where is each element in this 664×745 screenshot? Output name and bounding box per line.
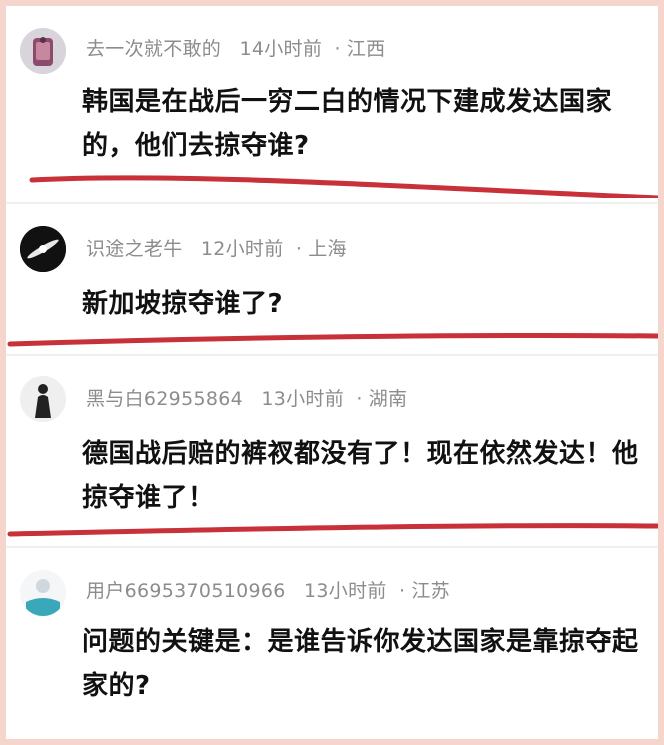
avatar-image — [20, 226, 66, 272]
avatar[interactable] — [20, 376, 66, 422]
comment-item: 用户6695370510966 13小时前 · 江苏 问题的关键是：是谁告诉你发达… — [6, 548, 658, 739]
comment-item: 识途之老牛 12小时前 · 上海 新加坡掠夺谁了? — [6, 204, 658, 372]
comment-location: 上海 — [308, 238, 347, 260]
comment-list: 去一次就不敢的 14小时前 · 江西 韩国是在战后一穷二白的情况下建成发达国家的，… — [6, 6, 658, 739]
avatar[interactable] — [20, 28, 66, 74]
comment-meta: 用户6695370510966 13小时前 · 江苏 — [86, 576, 450, 603]
avatar[interactable] — [20, 570, 66, 616]
comment-meta: 去一次就不敢的 14小时前 · 江西 — [86, 34, 385, 61]
username[interactable]: 识途之老牛 — [86, 238, 183, 260]
meta-separator: · — [399, 580, 406, 602]
comment-item: 黑与白62955864 13小时前 · 湖南 德国战后赔的裤衩都没有了！现在依然发… — [6, 356, 658, 546]
comment-text: 问题的关键是：是谁告诉你发达国家是靠掠夺起家的? — [82, 627, 639, 701]
username[interactable]: 去一次就不敢的 — [86, 38, 221, 60]
meta-separator: · — [334, 38, 341, 60]
username[interactable]: 用户6695370510966 — [86, 580, 286, 602]
red-underline — [7, 523, 658, 537]
comment-meta: 黑与白62955864 13小时前 · 湖南 — [86, 384, 407, 411]
comment-time: 12小时前 — [200, 238, 284, 260]
comment-time: 13小时前 — [304, 580, 387, 602]
red-underline — [29, 175, 658, 198]
comment-meta: 识途之老牛 12小时前 · 上海 — [86, 234, 347, 261]
avatar[interactable] — [20, 226, 66, 272]
comment-text: 韩国是在战后一穷二白的情况下建成发达国家的，他们去掠夺谁? — [82, 87, 613, 161]
comment-time: 13小时前 — [261, 388, 345, 410]
comment-text: 新加坡掠夺谁了? — [82, 289, 284, 319]
username[interactable]: 黑与白62955864 — [86, 388, 243, 410]
comment-location: 湖南 — [368, 388, 408, 410]
comment-location: 江苏 — [411, 580, 450, 602]
avatar-image — [20, 376, 66, 422]
avatar-image — [20, 570, 66, 616]
meta-separator: · — [356, 388, 363, 410]
comment-location: 江西 — [346, 38, 386, 60]
meta-separator: · — [295, 238, 303, 260]
avatar-image — [20, 28, 66, 74]
comment-time: 14小时前 — [239, 38, 323, 60]
comment-item: 去一次就不敢的 14小时前 · 江西 韩国是在战后一穷二白的情况下建成发达国家的，… — [6, 6, 658, 202]
